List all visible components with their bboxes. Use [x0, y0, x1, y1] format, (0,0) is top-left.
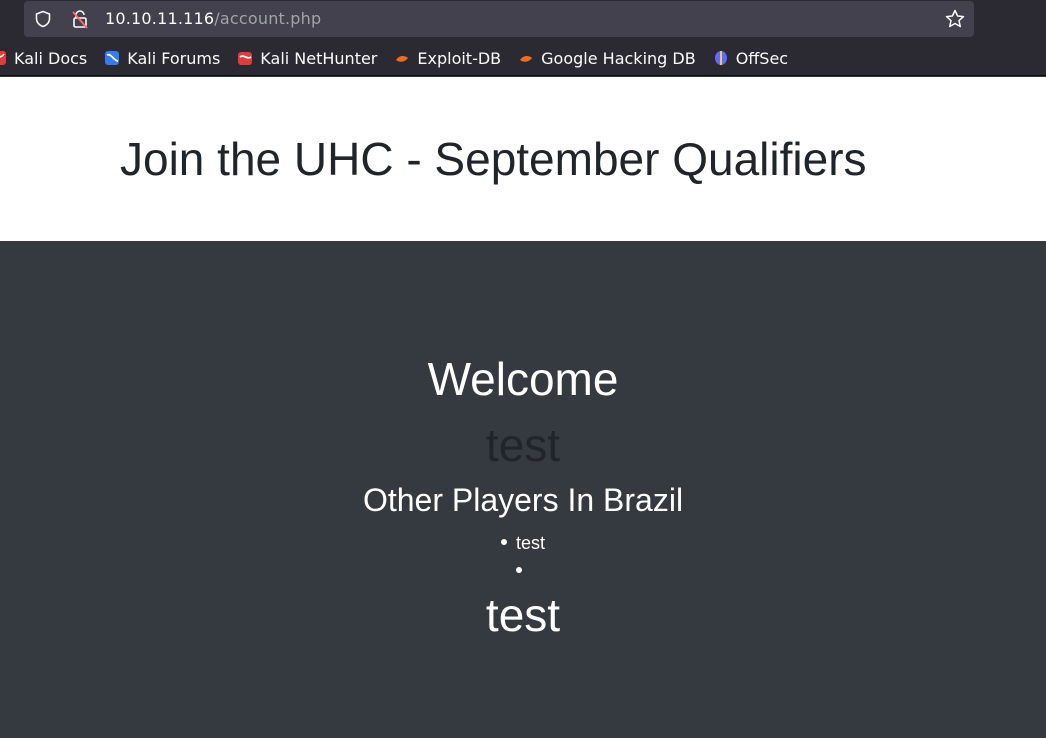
page-header: Join the UHC - September Qualifiers	[0, 77, 1046, 241]
main-content: Welcome test Other Players In Brazil tes…	[0, 241, 1046, 738]
kali-nethunter-icon	[238, 52, 253, 65]
bookmark-label: OffSec	[735, 48, 789, 68]
player-item	[0, 557, 1046, 585]
player-injected-text: test	[485, 589, 561, 641]
players-heading: Other Players In Brazil	[362, 482, 684, 518]
bookmark-label: Kali Forums	[127, 48, 221, 68]
bookmark-label: Exploit-DB	[417, 48, 502, 68]
bookmark-kali-nethunter[interactable]: Kali NetHunter	[236, 46, 377, 70]
kali-forums-icon	[105, 51, 120, 65]
username-display: test	[485, 419, 561, 471]
url-text[interactable]: 10.10.11.116/account.php	[105, 9, 321, 29]
bullet-icon	[515, 567, 522, 574]
url-host: 10.10.11.116	[105, 9, 215, 28]
bookmark-kali-docs[interactable]: Kali Docs	[0, 46, 87, 70]
player-name: test	[515, 533, 545, 553]
address-bar[interactable]: 10.10.11.116/account.php	[24, 1, 974, 37]
player-item: test	[0, 529, 1046, 557]
bookmark-label: Kali NetHunter	[260, 48, 378, 68]
shield-icon[interactable]	[34, 10, 52, 28]
insecure-lock-icon[interactable]	[70, 9, 90, 29]
bookmark-label: Google Hacking DB	[541, 48, 696, 68]
browser-chrome: 10.10.11.116/account.php Kali Docs Kali …	[0, 0, 1046, 76]
bookmarks-toolbar: Kali Docs Kali Forums Kali NetHunter Exp…	[0, 46, 804, 70]
bookmark-exploit-db[interactable]: Exploit-DB	[393, 46, 501, 70]
bullet-icon	[500, 539, 507, 546]
bookmark-star-icon[interactable]	[944, 8, 966, 30]
players-list: test test	[0, 529, 1046, 641]
page-title: Join the UHC - September Qualifiers	[120, 133, 867, 185]
bookmark-google-hacking-db[interactable]: Google Hacking DB	[517, 46, 696, 70]
url-path: /account.php	[214, 9, 322, 28]
bookmark-offsec[interactable]: OffSec	[712, 46, 788, 70]
kali-docs-icon	[0, 51, 6, 65]
exploit-db-icon	[396, 55, 409, 62]
bookmark-label: Kali Docs	[14, 48, 88, 68]
google-hacking-db-icon	[520, 55, 533, 62]
welcome-heading: Welcome	[427, 353, 619, 405]
offsec-icon	[714, 51, 727, 65]
bookmark-kali-forums[interactable]: Kali Forums	[103, 46, 220, 70]
